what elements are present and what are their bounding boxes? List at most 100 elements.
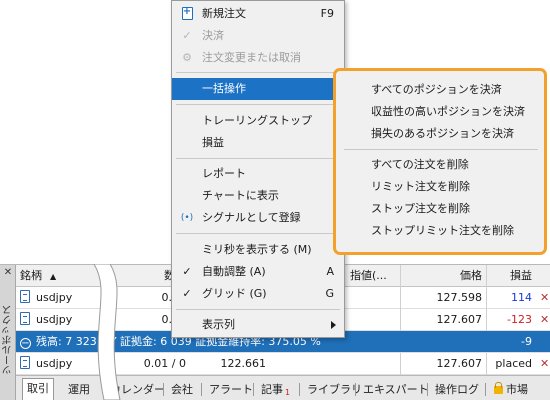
new-order-icon (180, 5, 194, 21)
tab-separator (163, 383, 164, 396)
menu-separator (176, 158, 340, 159)
row-status: placed (495, 357, 532, 370)
submenu-item-label: すべてのポジションを決済 (371, 83, 502, 96)
submenu-separator (344, 149, 538, 150)
collapse-icon[interactable]: − (20, 338, 31, 349)
position-icon (20, 290, 30, 303)
submenu-item-delete-all-orders[interactable]: すべての注文を削除 (336, 154, 544, 176)
delete-order-icon[interactable]: ✕ (536, 353, 550, 375)
news-count-badge: 1 (285, 388, 291, 397)
row-pl: 114 (511, 291, 532, 304)
gear-icon: ⚙ (182, 51, 192, 64)
row-price: 127.598 (436, 291, 483, 304)
column-divider (400, 353, 401, 375)
tab-alerts[interactable]: アラート (205, 380, 257, 400)
row-pl: -123 (507, 313, 532, 326)
submenu-item-delete-limit[interactable]: リミット注文を削除 (336, 176, 544, 198)
submenu-item-close-profitable[interactable]: 収益性の高いポジションを決済 (336, 101, 544, 123)
menu-item-label: シグナルとして登録 (202, 211, 301, 224)
column-header-price[interactable]: 価格 (400, 265, 486, 287)
close-position-icon[interactable]: ✕ (536, 309, 550, 331)
row-symbol-text: usdjpy (36, 357, 73, 370)
tab-separator (355, 383, 356, 396)
signal-icon: (•) (180, 213, 194, 223)
close-icon[interactable]: ✕ (2, 267, 14, 279)
menu-item-modify-order[interactable]: ⚙ 注文変更または取消 (172, 47, 344, 69)
tab-separator (427, 383, 428, 396)
menu-item-close-position[interactable]: ✓ 決済 (172, 25, 344, 47)
close-position-icon[interactable]: ✕ (536, 287, 550, 309)
submenu-item-label: リミット注文を削除 (371, 180, 470, 193)
tab-market[interactable]: 市場 (490, 380, 532, 400)
tab-separator (253, 383, 254, 396)
column-divider (486, 287, 487, 309)
menu-item-bulk-operations[interactable]: 一括操作 (172, 78, 344, 100)
menu-item-show-ms[interactable]: ミリ秒を表示する (M) (172, 239, 344, 261)
order-icon (20, 356, 30, 369)
submenu-item-label: 収益性の高いポジションを決済 (371, 105, 525, 118)
menu-item-label: グリッド (G) (202, 287, 267, 300)
submenu-item-label: ストップリミット注文を削除 (371, 224, 514, 237)
checkmark-icon: ✓ (182, 287, 192, 300)
toolbox-label: ツールボックス (3, 305, 14, 375)
submenu-item-close-losing[interactable]: 損失のあるポジションを決済 (336, 123, 544, 145)
check-icon: ✓ (182, 29, 192, 42)
column-header-pending[interactable]: 指値(... (346, 265, 406, 287)
submenu-arrow-icon (331, 321, 336, 329)
menu-item-label: チャートに表示 (202, 189, 279, 202)
column-header-symbol-label: 銘柄 (20, 269, 42, 282)
submenu-item-delete-stop-limit[interactable]: ストップリミット注文を削除 (336, 220, 544, 242)
tab-news-label: 記事 (261, 383, 283, 396)
menu-separator (176, 309, 340, 310)
menu-item-label: レポート (202, 167, 246, 180)
tab-trade[interactable]: 取引 (22, 378, 54, 400)
menu-item-auto-arrange[interactable]: ✓ 自動調整 (A) A (172, 261, 344, 283)
menu-item-label: 新規注文 (202, 7, 246, 20)
tab-company[interactable]: 会社 (167, 380, 197, 400)
cutaway-divider (93, 264, 121, 400)
menu-separator (176, 233, 340, 234)
menu-item-label: 一括操作 (202, 82, 246, 95)
menu-item-label: 損益 (202, 136, 224, 149)
tab-news[interactable]: 記事 1 (257, 380, 294, 400)
column-header-pl[interactable]: 損益 (486, 265, 536, 287)
submenu-item-delete-stop[interactable]: ストップ注文を削除 (336, 198, 544, 220)
tab-journal[interactable]: 操作ログ (431, 380, 483, 400)
menu-item-columns[interactable]: 表示列 (172, 314, 344, 336)
menu-item-trailing-stop[interactable]: トレーリングストップ (172, 110, 344, 132)
submenu-item-label: すべての注文を削除 (371, 158, 469, 171)
checkmark-icon: ✓ (182, 265, 192, 278)
position-icon (20, 312, 30, 325)
bulk-operations-submenu: すべてのポジションを決済 収益性の高いポジションを決済 損失のあるポジションを決… (333, 68, 547, 255)
row-price: 127.607 (436, 313, 483, 326)
menu-item-grid[interactable]: ✓ グリッド (G) G (172, 283, 344, 305)
sort-asc-icon: ▲ (50, 272, 57, 281)
tab-market-label: 市場 (506, 383, 528, 396)
menu-separator (176, 104, 340, 105)
menu-item-show-chart[interactable]: チャートに表示 (172, 185, 344, 207)
menu-item-shortcut: A (326, 265, 334, 278)
menu-item-label: 表示列 (202, 318, 235, 331)
tab-separator (201, 383, 202, 396)
submenu-item-label: 損失のあるポジションを決済 (371, 127, 514, 140)
tab-library[interactable]: ライブラリ (303, 380, 366, 400)
menu-item-report[interactable]: レポート (172, 163, 344, 185)
menu-item-new-order[interactable]: 新規注文 F9 (172, 3, 344, 25)
balance-pl: -9 (521, 335, 532, 348)
column-divider (400, 287, 401, 309)
menu-item-profit[interactable]: 損益 (172, 132, 344, 154)
context-menu: 新規注文 F9 ✓ 決済 ⚙ 注文変更または取消 一括操作 トレーリングストップ… (171, 0, 345, 338)
menu-item-label: ミリ秒を表示する (M) (202, 243, 312, 256)
menu-item-label: 自動調整 (A) (202, 265, 266, 278)
menu-item-signal[interactable]: (•) シグナルとして登録 (172, 207, 344, 229)
menu-separator (176, 72, 340, 73)
tab-experts[interactable]: エキスパート (359, 380, 433, 400)
menu-item-label: 注文変更または取消 (202, 51, 301, 64)
toolbox-strip: ✕ ツールボックス (0, 265, 16, 400)
column-divider (486, 265, 487, 287)
row-symbol-text: usdjpy (36, 313, 73, 326)
menu-item-label: 決済 (202, 29, 224, 42)
submenu-item-close-all-positions[interactable]: すべてのポジションを決済 (336, 79, 544, 101)
column-divider (400, 265, 401, 287)
column-divider (486, 353, 487, 375)
